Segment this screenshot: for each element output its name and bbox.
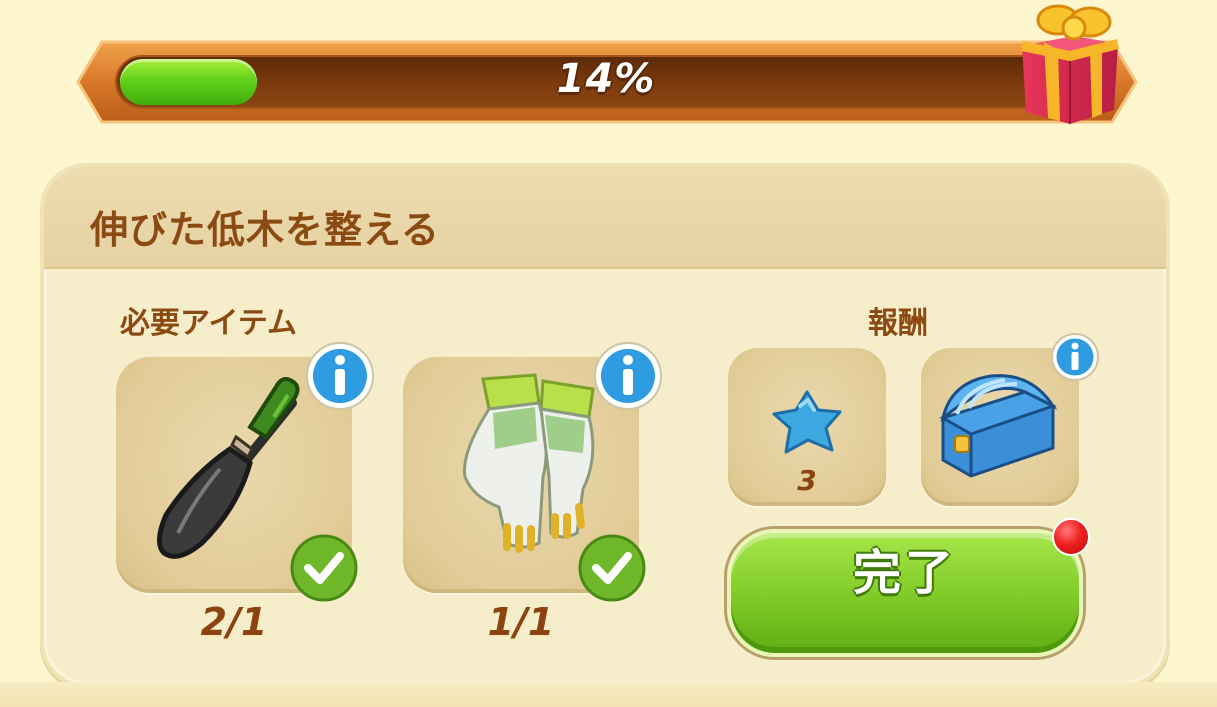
task-screen: 14% 伸びた低木を整える 必要アイテム 2/1 1/1 報酬 3 完了 [0,0,1217,707]
rewards-label: 報酬 [868,306,928,341]
required-items-label: 必要アイテム [120,306,297,341]
task-title: 伸びた低木を整える [90,208,440,252]
info-icon [594,342,662,410]
gift-box-icon[interactable] [1014,0,1124,126]
trowel-check-badge [290,534,358,602]
checkmark-icon [290,534,358,602]
complete-button-label: 完了 [852,545,957,601]
bottom-strip [0,682,1217,707]
gloves-check-badge [578,534,646,602]
info-icon [306,342,374,410]
gloves-info-button[interactable] [592,340,664,412]
gloves-count: 1/1 [487,600,555,644]
star-reward-count: 3 [797,464,817,497]
notification-dot [1052,518,1090,556]
trowel-info-button[interactable] [304,340,376,412]
complete-button[interactable]: 完了 [727,529,1083,657]
checkmark-icon [578,534,646,602]
info-icon [1051,333,1099,381]
trowel-count: 2/1 [200,600,268,644]
progress-percent: 14% [556,56,656,102]
chest-info-button[interactable] [1050,332,1100,382]
